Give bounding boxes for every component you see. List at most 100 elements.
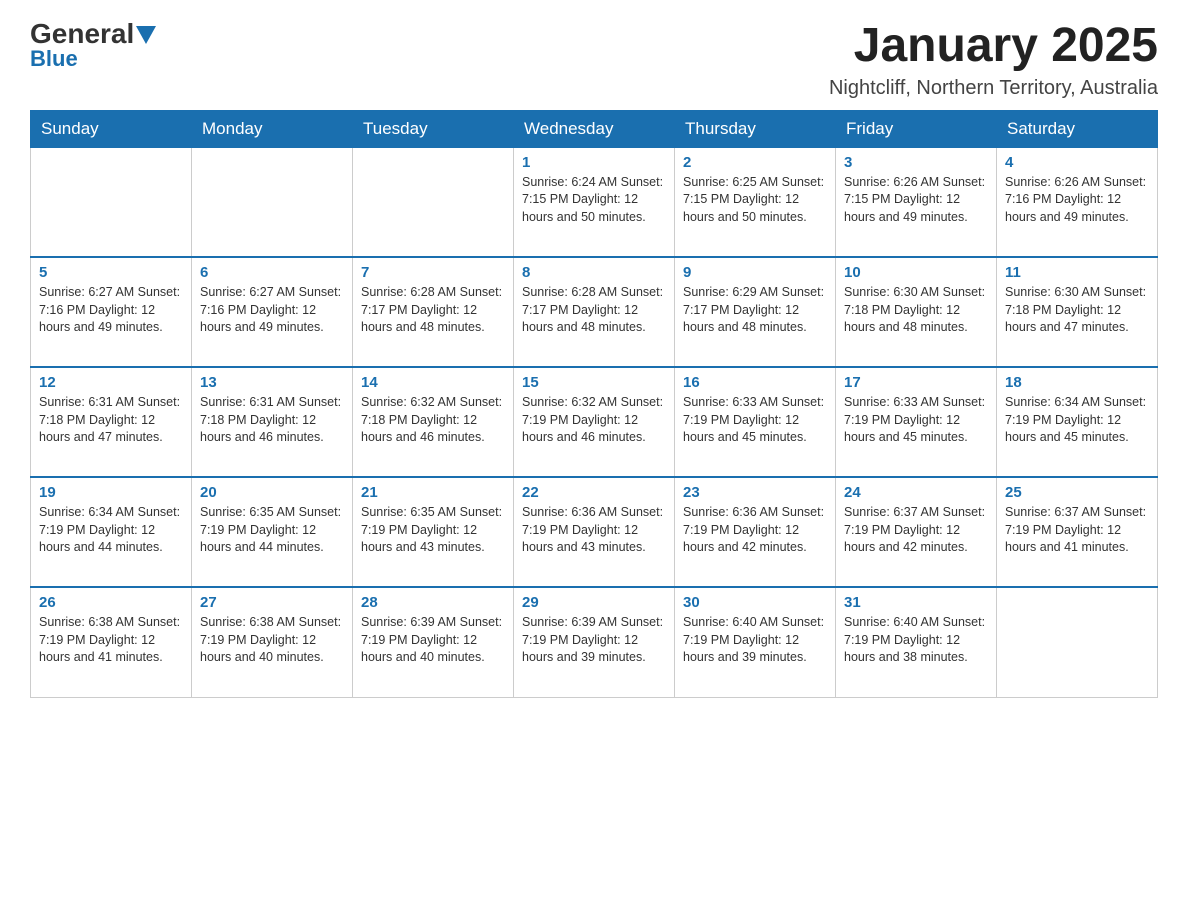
calendar-cell: 7Sunrise: 6:28 AM Sunset: 7:17 PM Daylig…	[353, 257, 514, 367]
day-info: Sunrise: 6:33 AM Sunset: 7:19 PM Dayligh…	[683, 394, 827, 447]
day-number: 9	[683, 264, 827, 281]
day-info: Sunrise: 6:27 AM Sunset: 7:16 PM Dayligh…	[39, 284, 183, 337]
calendar-cell: 23 Sunrise: 6:36 AM Sunset: 7:19 PM Dayli…	[675, 477, 836, 587]
day-number: 11	[1005, 264, 1149, 281]
calendar-cell: 10 Sunrise: 6:30 AM Sunset: 7:18 PM Dayli…	[836, 257, 997, 367]
day-number: 20	[200, 484, 344, 501]
calendar-cell: 1Sunrise: 6:24 AM Sunset: 7:15 PM Daylig…	[514, 147, 675, 257]
day-number: 26	[39, 594, 183, 611]
day-info: Sunrise: 6:35 AM Sunset: 7:19 PM Dayligh…	[200, 504, 344, 557]
calendar-cell: 6 Sunrise: 6:27 AM Sunset: 7:16 PM Daylig…	[192, 257, 353, 367]
day-info: Sunrise: 6:32 AM Sunset: 7:18 PM Dayligh…	[361, 394, 505, 447]
day-info: Sunrise: 6:33 AM Sunset: 7:19 PM Dayligh…	[844, 394, 988, 447]
calendar-cell: 17Sunrise: 6:33 AM Sunset: 7:19 PM Dayli…	[836, 367, 997, 477]
day-info: Sunrise: 6:35 AM Sunset: 7:19 PM Dayligh…	[361, 504, 505, 557]
calendar-cell	[353, 147, 514, 257]
day-number: 22	[522, 484, 666, 501]
calendar-title: January 2025	[829, 20, 1158, 73]
day-number: 10	[844, 264, 988, 281]
col-header-saturday: Saturday	[997, 110, 1158, 147]
day-info: Sunrise: 6:38 AM Sunset: 7:19 PM Dayligh…	[39, 614, 183, 667]
calendar-cell	[997, 587, 1158, 697]
day-info: Sunrise: 6:36 AM Sunset: 7:19 PM Dayligh…	[683, 504, 827, 557]
day-info: Sunrise: 6:38 AM Sunset: 7:19 PM Dayligh…	[200, 614, 344, 667]
day-number: 7	[361, 264, 505, 281]
title-area: January 2025 Nightcliff, Northern Territ…	[829, 20, 1158, 100]
calendar-table: SundayMondayTuesdayWednesdayThursdayFrid…	[30, 110, 1158, 698]
day-number: 15	[522, 374, 666, 391]
day-info: Sunrise: 6:26 AM Sunset: 7:16 PM Dayligh…	[1005, 174, 1149, 227]
col-header-friday: Friday	[836, 110, 997, 147]
day-info: Sunrise: 6:40 AM Sunset: 7:19 PM Dayligh…	[683, 614, 827, 667]
day-number: 5	[39, 264, 183, 281]
calendar-cell: 5 Sunrise: 6:27 AM Sunset: 7:16 PM Daylig…	[31, 257, 192, 367]
day-number: 6	[200, 264, 344, 281]
calendar-cell: 16Sunrise: 6:33 AM Sunset: 7:19 PM Dayli…	[675, 367, 836, 477]
day-number: 19	[39, 484, 183, 501]
calendar-cell: 25Sunrise: 6:37 AM Sunset: 7:19 PM Dayli…	[997, 477, 1158, 587]
logo-general: General	[30, 20, 134, 48]
logo: General Blue	[30, 20, 156, 70]
day-info: Sunrise: 6:27 AM Sunset: 7:16 PM Dayligh…	[200, 284, 344, 337]
day-info: Sunrise: 6:31 AM Sunset: 7:18 PM Dayligh…	[39, 394, 183, 447]
week-row-4: 19 Sunrise: 6:34 AM Sunset: 7:19 PM Dayli…	[31, 477, 1158, 587]
day-number: 1	[522, 154, 666, 171]
day-info: Sunrise: 6:37 AM Sunset: 7:19 PM Dayligh…	[1005, 504, 1149, 557]
day-number: 23	[683, 484, 827, 501]
day-number: 13	[200, 374, 344, 391]
calendar-cell	[192, 147, 353, 257]
calendar-cell: 18 Sunrise: 6:34 AM Sunset: 7:19 PM Dayli…	[997, 367, 1158, 477]
col-header-thursday: Thursday	[675, 110, 836, 147]
logo-triangle-icon	[136, 26, 156, 44]
day-number: 12	[39, 374, 183, 391]
day-info: Sunrise: 6:32 AM Sunset: 7:19 PM Dayligh…	[522, 394, 666, 447]
day-info: Sunrise: 6:37 AM Sunset: 7:19 PM Dayligh…	[844, 504, 988, 557]
day-number: 14	[361, 374, 505, 391]
day-info: Sunrise: 6:28 AM Sunset: 7:17 PM Dayligh…	[522, 284, 666, 337]
calendar-cell: 24 Sunrise: 6:37 AM Sunset: 7:19 PM Dayli…	[836, 477, 997, 587]
calendar-cell: 31 Sunrise: 6:40 AM Sunset: 7:19 PM Dayli…	[836, 587, 997, 697]
day-info: Sunrise: 6:25 AM Sunset: 7:15 PM Dayligh…	[683, 174, 827, 227]
calendar-cell: 3Sunrise: 6:26 AM Sunset: 7:15 PM Daylig…	[836, 147, 997, 257]
calendar-subtitle: Nightcliff, Northern Territory, Australi…	[829, 77, 1158, 100]
calendar-cell: 26 Sunrise: 6:38 AM Sunset: 7:19 PM Dayli…	[31, 587, 192, 697]
calendar-cell: 8 Sunrise: 6:28 AM Sunset: 7:17 PM Daylig…	[514, 257, 675, 367]
calendar-cell: 20 Sunrise: 6:35 AM Sunset: 7:19 PM Dayli…	[192, 477, 353, 587]
day-info: Sunrise: 6:30 AM Sunset: 7:18 PM Dayligh…	[844, 284, 988, 337]
day-number: 18	[1005, 374, 1149, 391]
calendar-cell: 2Sunrise: 6:25 AM Sunset: 7:15 PM Daylig…	[675, 147, 836, 257]
col-header-monday: Monday	[192, 110, 353, 147]
calendar-cell: 19 Sunrise: 6:34 AM Sunset: 7:19 PM Dayli…	[31, 477, 192, 587]
calendar-cell: 4 Sunrise: 6:26 AM Sunset: 7:16 PM Daylig…	[997, 147, 1158, 257]
col-header-tuesday: Tuesday	[353, 110, 514, 147]
day-number: 31	[844, 594, 988, 611]
calendar-cell: 27 Sunrise: 6:38 AM Sunset: 7:19 PM Dayli…	[192, 587, 353, 697]
day-number: 28	[361, 594, 505, 611]
day-info: Sunrise: 6:40 AM Sunset: 7:19 PM Dayligh…	[844, 614, 988, 667]
calendar-cell: 29 Sunrise: 6:39 AM Sunset: 7:19 PM Dayli…	[514, 587, 675, 697]
calendar-cell: 11Sunrise: 6:30 AM Sunset: 7:18 PM Dayli…	[997, 257, 1158, 367]
day-info: Sunrise: 6:34 AM Sunset: 7:19 PM Dayligh…	[39, 504, 183, 557]
calendar-cell: 30Sunrise: 6:40 AM Sunset: 7:19 PM Dayli…	[675, 587, 836, 697]
calendar-cell: 15 Sunrise: 6:32 AM Sunset: 7:19 PM Dayli…	[514, 367, 675, 477]
calendar-cell	[31, 147, 192, 257]
day-number: 8	[522, 264, 666, 281]
header-row: SundayMondayTuesdayWednesdayThursdayFrid…	[31, 110, 1158, 147]
col-header-sunday: Sunday	[31, 110, 192, 147]
day-number: 4	[1005, 154, 1149, 171]
day-number: 24	[844, 484, 988, 501]
logo-blue: Blue	[30, 48, 78, 70]
day-info: Sunrise: 6:36 AM Sunset: 7:19 PM Dayligh…	[522, 504, 666, 557]
day-number: 29	[522, 594, 666, 611]
page-header: General Blue January 2025 Nightcliff, No…	[30, 20, 1158, 100]
day-info: Sunrise: 6:39 AM Sunset: 7:19 PM Dayligh…	[361, 614, 505, 667]
day-number: 27	[200, 594, 344, 611]
day-info: Sunrise: 6:29 AM Sunset: 7:17 PM Dayligh…	[683, 284, 827, 337]
col-header-wednesday: Wednesday	[514, 110, 675, 147]
calendar-cell: 28 Sunrise: 6:39 AM Sunset: 7:19 PM Dayli…	[353, 587, 514, 697]
day-number: 3	[844, 154, 988, 171]
day-info: Sunrise: 6:39 AM Sunset: 7:19 PM Dayligh…	[522, 614, 666, 667]
calendar-cell: 9 Sunrise: 6:29 AM Sunset: 7:17 PM Daylig…	[675, 257, 836, 367]
week-row-2: 5 Sunrise: 6:27 AM Sunset: 7:16 PM Daylig…	[31, 257, 1158, 367]
day-info: Sunrise: 6:34 AM Sunset: 7:19 PM Dayligh…	[1005, 394, 1149, 447]
